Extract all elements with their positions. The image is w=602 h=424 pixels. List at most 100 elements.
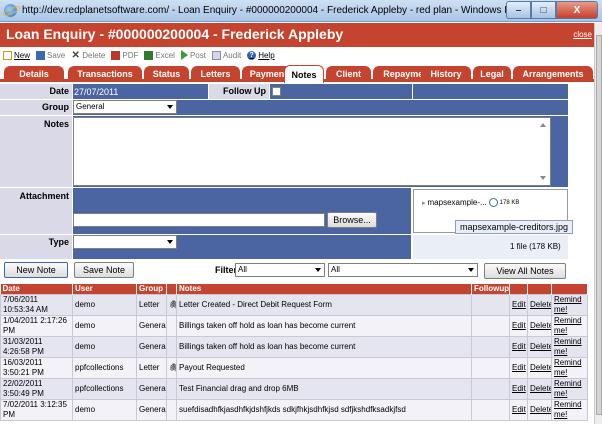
row-notes: Test Financial drag and drop 6MB (176, 377, 472, 400)
chevron-down-icon (315, 268, 321, 272)
chevron-down-icon (167, 105, 173, 109)
edit-link[interactable]: Edit (509, 356, 528, 379)
remind-link[interactable]: Remind me! (551, 377, 588, 400)
table-row[interactable]: 7/06/2011 10:53:34 AM demo Letter 🖇 Lett… (0, 293, 588, 316)
table-row[interactable]: 31/03/2011 4:26:58 PM demo General Billi… (0, 335, 588, 358)
edit-link[interactable]: Edit (509, 335, 528, 358)
row-date: 1/04/2011 2:17:26 PM (0, 314, 73, 337)
tab-legal[interactable]: Legal (473, 66, 511, 82)
filter-select-2[interactable]: All (328, 263, 478, 277)
col-edit (509, 284, 528, 294)
tab-details[interactable]: Details (4, 66, 64, 82)
col-group[interactable]: Group (136, 284, 167, 294)
excel-button[interactable]: Excel (144, 50, 175, 60)
row-user: ppfcollections (72, 377, 137, 400)
post-icon (180, 50, 188, 60)
date-value: 27/07/2011 (74, 87, 119, 97)
edit-link[interactable]: Edit (509, 377, 528, 400)
toolbar: New Save ✕ Delete PDF Excel Post Audit ? H… (0, 47, 594, 63)
remind-link[interactable]: Remind me! (551, 356, 588, 379)
row-followup (471, 335, 510, 358)
close-window-button[interactable]: X (556, 1, 598, 19)
internet-explorer-icon (4, 4, 17, 17)
close-link[interactable]: close (573, 30, 592, 39)
delete-button[interactable]: ✕ Delete (71, 49, 106, 61)
paperclip-icon[interactable]: 🖇 (166, 293, 177, 316)
row-followup (471, 377, 510, 400)
maximize-button[interactable]: □ (531, 1, 556, 19)
pdf-button[interactable]: PDF (111, 50, 138, 60)
tab-notes[interactable]: Notes (284, 65, 324, 83)
table-row[interactable]: 1/04/2011 2:17:26 PM demo General Billin… (0, 314, 588, 337)
help-button[interactable]: ? Help (247, 50, 275, 60)
notes-textarea[interactable] (73, 117, 551, 186)
delete-link[interactable]: Delete (527, 398, 552, 421)
page-scrollbar[interactable] (594, 23, 602, 424)
tab-transactions[interactable]: Transactions (68, 66, 142, 82)
col-user[interactable]: User (72, 284, 137, 294)
col-followup[interactable]: Followup (471, 284, 510, 294)
edit-link[interactable]: Edit (509, 398, 528, 421)
tab-arrangements[interactable]: Arrangements (513, 66, 593, 82)
save-button[interactable]: Save (36, 50, 65, 60)
filter-label: Filter (215, 265, 238, 275)
delete-link[interactable]: Delete (527, 377, 552, 400)
col-notes[interactable]: Notes (176, 284, 472, 294)
tab-history[interactable]: History (421, 66, 471, 82)
window-controls: – □ X (506, 1, 598, 19)
minimize-button[interactable]: – (506, 1, 531, 19)
table-row[interactable]: 16/03/2011 3:50:21 PM ppfcollections Let… (0, 356, 588, 379)
filter-select-1[interactable]: All (235, 263, 325, 277)
remind-link[interactable]: Remind me! (551, 293, 588, 316)
table-row[interactable]: 22/02/2011 3:50:49 PM ppfcollections Gen… (0, 377, 588, 400)
notes-table: Date User Group Notes Followup 7/06/2011… (0, 284, 588, 421)
attachment-path-input[interactable] (73, 213, 325, 227)
remind-link[interactable]: Remind me! (551, 398, 588, 421)
followup-label: Follow Up (209, 84, 269, 99)
delete-link[interactable]: Delete (527, 356, 552, 379)
new-note-button[interactable]: New Note (4, 262, 68, 278)
edit-link[interactable]: Edit (509, 314, 528, 337)
tab-letters[interactable]: Letters (191, 66, 240, 82)
edit-link[interactable]: Edit (509, 293, 528, 316)
post-button[interactable]: Post (180, 50, 206, 60)
new-button[interactable]: New (3, 50, 30, 60)
delete-link[interactable]: Delete (527, 293, 552, 316)
tab-client[interactable]: Client (326, 66, 371, 82)
save-note-button[interactable]: Save Note (74, 262, 134, 278)
help-icon: ? (247, 50, 257, 60)
row-followup (471, 314, 510, 337)
browse-button[interactable]: Browse... (327, 212, 377, 228)
type-select[interactable] (73, 235, 177, 249)
group-select[interactable]: General (73, 100, 177, 114)
attachment-item[interactable]: ▸ mapsexample-... 178 KB (422, 198, 519, 207)
row-user: ppfcollections (72, 356, 137, 379)
window-title: http://dev.redplanetsoftware.com/ - Loan… (22, 5, 579, 16)
row-notes: Billings taken off hold as loan has beco… (176, 335, 472, 358)
row-group: General (136, 377, 167, 400)
audit-button[interactable]: Audit (211, 50, 241, 60)
scrollbar-thumb[interactable] (596, 35, 602, 415)
view-all-notes-button[interactable]: View All Notes (484, 263, 566, 279)
audit-icon (211, 50, 221, 60)
delete-link[interactable]: Delete (527, 335, 552, 358)
excel-icon (144, 50, 154, 60)
remind-link[interactable]: Remind me! (551, 335, 588, 358)
scroll-up-icon (540, 123, 546, 127)
followup-checkbox[interactable] (272, 87, 281, 96)
delete-link[interactable]: Delete (527, 314, 552, 337)
col-delete (527, 284, 552, 294)
notes-label: Notes (0, 116, 72, 187)
attachment-filename: mapsexample-... (427, 198, 487, 207)
tab-status[interactable]: Status (144, 66, 189, 82)
group-label: Group (0, 100, 72, 115)
row-date: 16/03/2011 3:50:21 PM (0, 356, 73, 379)
delete-icon: ✕ (71, 49, 80, 61)
row-user: demo (72, 314, 137, 337)
paperclip-icon[interactable]: 🖇 (166, 356, 177, 379)
chevron-down-icon[interactable] (488, 198, 498, 207)
col-remind (551, 284, 588, 294)
col-date[interactable]: Date (0, 284, 73, 294)
table-row[interactable]: 7/02/2011 3:12:35 PM demo General suefdi… (0, 398, 588, 421)
remind-link[interactable]: Remind me! (551, 314, 588, 337)
